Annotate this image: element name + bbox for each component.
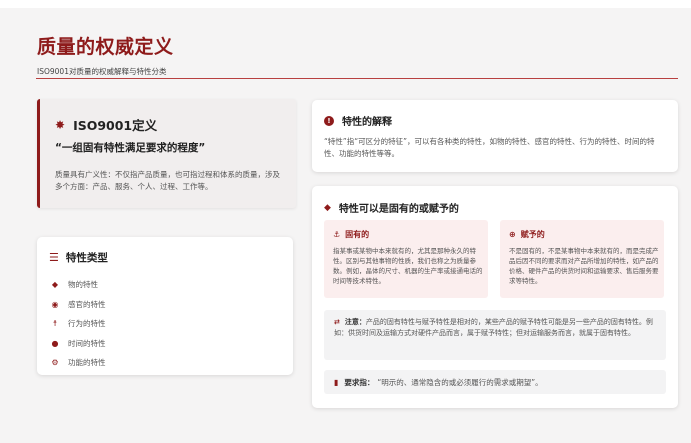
explanation-body: “特性”指“可区分的特征”，可以有各种类的特性，如物的特性、感官的特性、行为的特… — [324, 137, 655, 158]
tag-icon: ◆ — [324, 202, 331, 213]
page-title: 质量的权威定义 — [37, 36, 174, 58]
list-item: ◉ 感官的特性 — [49, 295, 106, 315]
clock-icon: ● — [51, 338, 59, 348]
plus-circle-icon: ⊕ — [509, 230, 516, 239]
char-types-title-text: 特性类型 — [65, 252, 108, 264]
assigned-title: ⊕ 赋予的 — [509, 229, 545, 240]
gears-icon: ⚙ — [51, 358, 59, 368]
eye-icon: ◉ — [51, 299, 59, 309]
list-item: ☨ 行为的特性 — [49, 314, 106, 334]
inherent-title-text: 固有的 — [345, 230, 370, 239]
cube-icon: ◆ — [51, 280, 59, 290]
definition-card: ✸ ISO9001定义 “一组固有特性满足要求的程度” 质量具有广义性：不仅指产… — [37, 99, 296, 208]
definition-title-text: ISO9001定义 — [73, 118, 158, 133]
definition-quote: “一组固有特性满足要求的程度” — [55, 142, 206, 154]
requirement-text: ▮ 要求指： “明示的、通常隐含的或必须履行的需求或期望”。 — [334, 377, 543, 388]
inherent-assigned-title-text: 特性可以是固有的或赋予的 — [338, 204, 459, 215]
info-icon: ! — [324, 115, 334, 126]
assigned-box: ⊕ 赋予的 不是固有的，不是某事物中本来就有的，而是完成产品后因不同的要求而对产… — [500, 220, 664, 298]
note-label: 注意： — [344, 318, 366, 326]
char-types-title: ☰ 特性类型 — [49, 250, 108, 265]
person-running-icon: ☨ — [52, 319, 58, 329]
exchange-icon: ⇄ — [334, 318, 340, 326]
definition-title: ✸ ISO9001定义 — [55, 115, 157, 134]
inherent-assigned-card: ◆ 特性可以是固有的或赋予的 ⚓ 固有的 指某事或某物中本来就有的，尤其是那种永… — [312, 186, 678, 408]
note-text: ⇄ 注意：产品的固有特性与赋予特性是相对的，某些产品的赋予特性可能是另一些产品的固… — [334, 317, 658, 339]
note-body: 产品的固有特性与赋予特性是相对的，某些产品的赋予特性可能是另一些产品的固有特性。… — [334, 318, 653, 337]
list-item: ◆ 物的特性 — [49, 275, 106, 295]
requirement-box: ▮ 要求指： “明示的、通常隐含的或必须履行的需求或期望”。 — [324, 370, 666, 394]
note-box: ⇄ 注意：产品的固有特性与赋予特性是相对的，某些产品的赋予特性可能是另一些产品的固… — [324, 310, 666, 360]
anchor-icon: ⚓ — [333, 230, 341, 239]
inherent-box: ⚓ 固有的 指某事或某物中本来就有的，尤其是那种永久的特性。区别与其他事物的性质… — [324, 220, 488, 298]
list-icon: ☰ — [49, 251, 59, 264]
char-type-label: 行为的特性 — [68, 319, 106, 329]
bookmark-icon: ▮ — [334, 378, 339, 387]
explanation-title: ! 特性的解释 — [324, 113, 392, 128]
top-bar — [0, 0, 691, 8]
requirement-label: 要求指： — [344, 378, 375, 387]
char-type-label: 时间的特性 — [68, 338, 106, 348]
requirement-body: “明示的、通常隐含的或必须履行的需求或期望”。 — [377, 378, 543, 387]
certificate-icon: ✸ — [55, 117, 66, 132]
char-types-list: ◆ 物的特性 ◉ 感官的特性 ☨ 行为的特性 ● 时间的特性 ⚙ 功能的特性 — [49, 275, 106, 373]
inherent-title: ⚓ 固有的 — [333, 229, 369, 240]
char-type-label: 功能的特性 — [68, 358, 106, 368]
page-subtitle: ISO9001对质量的权威解释与特性分类 — [37, 67, 167, 76]
char-type-label: 物的特性 — [68, 280, 98, 290]
char-types-card: ☰ 特性类型 ◆ 物的特性 ◉ 感官的特性 ☨ 行为的特性 ● 时间的特性 ⚙ … — [37, 237, 293, 375]
inherent-body: 指某事或某物中本来就有的，尤其是那种永久的特性。区别与其他事物的性质，我们也称之… — [333, 247, 483, 285]
list-item: ● 时间的特性 — [49, 334, 106, 354]
title-divider — [36, 78, 678, 79]
assigned-title-text: 赋予的 — [520, 230, 545, 239]
assigned-body: 不是固有的，不是某事物中本来就有的，而是完成产品后因不同的要求而对产品所增加的特… — [509, 247, 659, 285]
explanation-card: ! 特性的解释 “特性”指“可区分的特征”，可以有各种类的特性，如物的特性、感官… — [312, 100, 678, 172]
list-item: ⚙ 功能的特性 — [49, 353, 106, 373]
explanation-title-text: 特性的解释 — [342, 117, 392, 128]
inherent-assigned-title: ◆ 特性可以是固有的或赋予的 — [324, 200, 459, 216]
char-type-label: 感官的特性 — [68, 299, 106, 309]
definition-description: 质量具有广义性：不仅指产品质量，也可指过程和体系的质量，涉及多个方面：产品、服务… — [55, 170, 280, 191]
